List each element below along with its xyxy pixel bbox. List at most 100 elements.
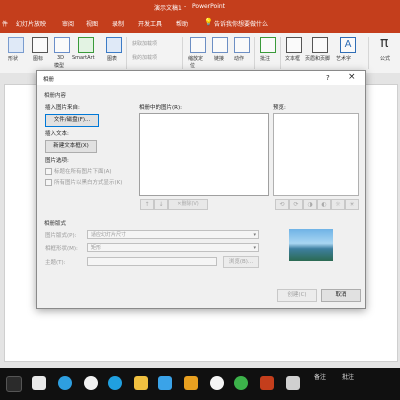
photo-album-dialog: 相册 ? × 相册内容 插入图片来自: 文件/磁盘(F)... 插入文本: 新建…: [36, 70, 366, 309]
insert-picture-from-label: 插入图片来自:: [45, 105, 80, 111]
action-label: 动作: [234, 56, 245, 62]
app-icon[interactable]: [286, 376, 300, 390]
contrast-up-icon[interactable]: ◑: [303, 199, 317, 210]
textbox-icon[interactable]: [286, 37, 302, 53]
pictures-in-album-label: 相册中的图片(R):: [139, 105, 182, 111]
comment-icon[interactable]: [260, 37, 276, 53]
create-button[interactable]: 创建(C): [277, 289, 317, 302]
app-icon[interactable]: [32, 376, 46, 390]
black-white-label: 所有图片以黑白方式显示(K): [54, 180, 123, 186]
link-icon[interactable]: [212, 37, 228, 53]
tab-view[interactable]: 视图: [86, 19, 98, 28]
app-icon[interactable]: [210, 376, 224, 390]
close-button[interactable]: ×: [348, 72, 356, 82]
ribbon: 形状 图标 3D 模型 SmartArt 图表 获取加载项 我的加载项 缩放定 …: [0, 33, 400, 74]
cancel-button[interactable]: 取消: [321, 289, 361, 302]
chart-label: 图表: [107, 56, 118, 62]
lightbulb-icon: 💡: [204, 18, 213, 26]
taskbar: 备注 批注: [0, 368, 400, 400]
tell-me-search[interactable]: 告诉我你想要做什么: [214, 19, 268, 28]
app-icon[interactable]: [158, 376, 172, 390]
tab-slideshow[interactable]: 幻灯片放映: [16, 19, 46, 28]
caption-below-label: 标题在所有图片下面(A): [54, 169, 112, 175]
picture-layout-select[interactable]: 适应幻灯片尺寸 ▾: [87, 230, 259, 239]
smartart-icon[interactable]: [78, 37, 94, 53]
rotate-right-icon[interactable]: ⟳: [289, 199, 303, 210]
chevron-down-icon: ▾: [253, 245, 256, 251]
tab-file[interactable]: 件: [2, 19, 8, 28]
folder-icon[interactable]: [134, 376, 148, 390]
remove-label: 删除(V): [181, 201, 199, 207]
tab-help[interactable]: 帮助: [176, 19, 188, 28]
model-3d-label-2: 模型: [54, 63, 65, 69]
frame-shape-select[interactable]: 矩形 ▾: [87, 243, 259, 252]
tab-record[interactable]: 录制: [112, 19, 124, 28]
move-up-button[interactable]: ↑: [140, 199, 154, 210]
black-white-checkbox[interactable]: [45, 179, 52, 186]
caption-below-checkbox[interactable]: [45, 168, 52, 175]
dialog-title: 相册: [43, 77, 55, 83]
pictures-in-album-list[interactable]: [139, 113, 269, 196]
browse-button[interactable]: 浏览(B)...: [223, 256, 259, 268]
app-icon[interactable]: [84, 376, 98, 390]
help-button[interactable]: ?: [326, 74, 330, 82]
theme-label: 主题(T):: [45, 260, 66, 266]
notes-button[interactable]: 备注: [314, 372, 326, 381]
cube-3d-icon[interactable]: [54, 37, 70, 53]
zoom-sub-label: 位: [190, 63, 196, 69]
picture-layout-label: 图片版式(P):: [45, 233, 77, 239]
ribbon-separator: [254, 37, 255, 69]
icons-label: 图标: [33, 56, 44, 62]
wechat-icon[interactable]: [234, 376, 248, 390]
ribbon-tab-bar: 件 幻灯片放映 审阅 视图 录制 开发工具 帮助 💡 告诉我你想要做什么: [0, 15, 400, 33]
smartart-label: SmartArt: [72, 55, 95, 61]
insert-text-label: 插入文本:: [45, 131, 69, 137]
pi-equation-icon[interactable]: π: [380, 35, 388, 51]
ribbon-separator: [368, 37, 369, 69]
contrast-down-icon[interactable]: ◐: [317, 199, 331, 210]
ribbon-separator: [280, 37, 281, 69]
zoom-icon[interactable]: [190, 37, 206, 53]
brightness-down-icon[interactable]: ☀: [345, 199, 359, 210]
preview-label: 预览:: [273, 105, 286, 111]
album-layout-heading: 相册版式: [44, 221, 67, 227]
chart-icon[interactable]: [106, 37, 122, 53]
zoom-label: 缩放定: [188, 56, 204, 62]
document-title: 演示文稿1: [154, 5, 182, 12]
preview-box: [273, 113, 359, 196]
model-3d-label-1: 3D: [57, 55, 65, 61]
app-icon[interactable]: [108, 376, 122, 390]
picture-layout-value: 适应幻灯片尺寸: [91, 232, 127, 238]
remove-button[interactable]: ✕删除(V): [168, 199, 208, 210]
new-textbox-button[interactable]: 新建文本框(X): [45, 140, 97, 153]
shapes-icon[interactable]: [8, 37, 24, 53]
comment-label: 批注: [260, 56, 271, 62]
icons-icon[interactable]: [32, 37, 48, 53]
tab-review[interactable]: 审阅: [62, 19, 74, 28]
frame-shape-label: 相框形状(M):: [45, 246, 78, 252]
powerpoint-icon[interactable]: [260, 376, 274, 390]
album-content-heading: 相册内容: [44, 93, 67, 99]
brightness-up-icon[interactable]: ☼: [331, 199, 345, 210]
file-disk-button[interactable]: 文件/磁盘(F)...: [45, 114, 99, 127]
app-name: PowerPoint: [192, 3, 226, 10]
header-footer-label: 页眉和页脚: [305, 56, 331, 62]
title-bar: 演示文稿1 - PowerPoint: [0, 0, 400, 15]
start-icon[interactable]: [6, 376, 22, 392]
app-icon[interactable]: [184, 376, 198, 390]
browser-icon[interactable]: [58, 376, 72, 390]
shapes-label: 形状: [8, 56, 19, 62]
get-addins-button[interactable]: 获取加载项: [132, 40, 157, 47]
my-addins-button[interactable]: 我的加载项: [132, 54, 157, 61]
theme-input[interactable]: [87, 257, 217, 266]
wordart-icon[interactable]: A: [340, 37, 356, 53]
move-down-button[interactable]: ↓: [154, 199, 168, 210]
action-icon[interactable]: [234, 37, 250, 53]
rotate-left-icon[interactable]: ⟲: [275, 199, 289, 210]
ribbon-separator: [126, 37, 127, 69]
comments-button[interactable]: 批注: [342, 372, 354, 381]
tab-developer[interactable]: 开发工具: [138, 19, 162, 28]
header-footer-icon[interactable]: [312, 37, 328, 53]
link-label: 链接: [214, 56, 225, 62]
title-separator: -: [184, 3, 187, 10]
